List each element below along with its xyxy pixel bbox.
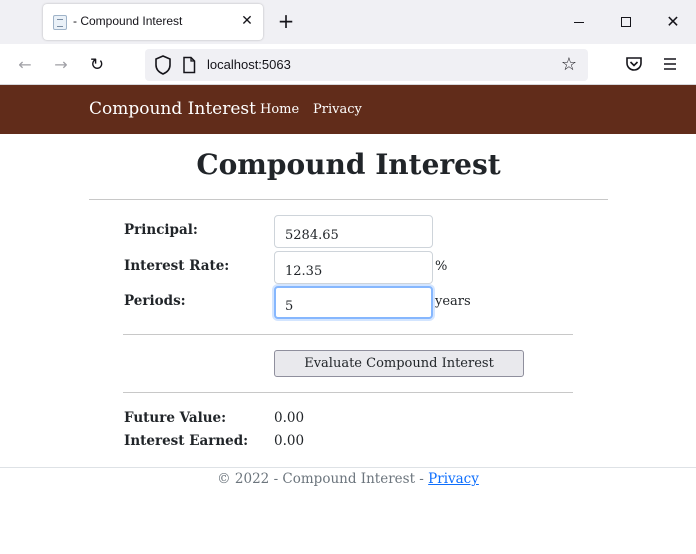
maximize-icon bbox=[621, 17, 631, 27]
percent-suffix: % bbox=[435, 259, 448, 274]
browser-tab[interactable]: - Compound Interest ✕ bbox=[43, 4, 263, 40]
back-arrow-icon[interactable]: ← bbox=[12, 52, 38, 78]
close-tab-icon[interactable]: ✕ bbox=[239, 13, 255, 29]
maximize-window-button[interactable] bbox=[603, 0, 649, 44]
minimize-icon bbox=[574, 22, 584, 23]
footer: © 2022 - Compound Interest - Privacy bbox=[0, 471, 696, 487]
interest-earned-output: 0.00 bbox=[274, 433, 305, 449]
tab-title: - Compound Interest bbox=[73, 14, 183, 28]
divider bbox=[123, 392, 573, 393]
bookmark-star-icon[interactable]: ☆ bbox=[558, 54, 580, 76]
periods-input[interactable] bbox=[274, 286, 433, 319]
periods-label: Periods: bbox=[124, 293, 186, 309]
page-info-icon[interactable] bbox=[181, 56, 197, 74]
interest-rate-label: Interest Rate: bbox=[124, 258, 230, 274]
principal-label: Principal: bbox=[124, 222, 198, 238]
site-navbar: Compound Interest Home Privacy bbox=[0, 85, 696, 134]
pocket-icon[interactable] bbox=[624, 54, 644, 74]
future-value-label: Future Value: bbox=[124, 410, 227, 426]
hamburger-menu-icon[interactable] bbox=[660, 54, 680, 74]
reload-icon[interactable]: ↻ bbox=[84, 52, 110, 78]
years-suffix: years bbox=[435, 294, 471, 309]
page-favicon-icon bbox=[53, 15, 67, 30]
close-window-button[interactable]: ✕ bbox=[650, 0, 696, 44]
browser-toolbar: ← → ↻ localhost:5063 ☆ bbox=[0, 44, 696, 85]
divider bbox=[89, 199, 608, 200]
nav-home-link[interactable]: Home bbox=[260, 102, 299, 117]
footer-divider bbox=[0, 467, 696, 468]
interest-rate-input[interactable] bbox=[274, 251, 433, 284]
footer-privacy-link[interactable]: Privacy bbox=[428, 471, 479, 487]
future-value-output: 0.00 bbox=[274, 410, 305, 426]
forward-arrow-icon[interactable]: → bbox=[48, 52, 74, 78]
shield-icon[interactable] bbox=[153, 54, 173, 76]
minimize-window-button[interactable] bbox=[556, 0, 602, 44]
new-tab-icon[interactable]: + bbox=[275, 10, 297, 32]
browser-tab-bar: - Compound Interest ✕ + ✕ bbox=[0, 0, 696, 44]
interest-earned-label: Interest Earned: bbox=[124, 433, 249, 449]
divider bbox=[123, 334, 573, 335]
principal-input[interactable] bbox=[274, 215, 433, 248]
site-brand-link[interactable]: Compound Interest bbox=[89, 99, 256, 119]
address-bar[interactable]: localhost:5063 ☆ bbox=[145, 49, 588, 81]
page-title: Compound Interest bbox=[196, 148, 501, 181]
footer-text: © 2022 - Compound Interest - bbox=[217, 471, 429, 487]
url-text: localhost:5063 bbox=[207, 57, 291, 72]
nav-privacy-link[interactable]: Privacy bbox=[313, 102, 362, 117]
evaluate-compound-interest-button[interactable]: Evaluate Compound Interest bbox=[274, 350, 524, 377]
